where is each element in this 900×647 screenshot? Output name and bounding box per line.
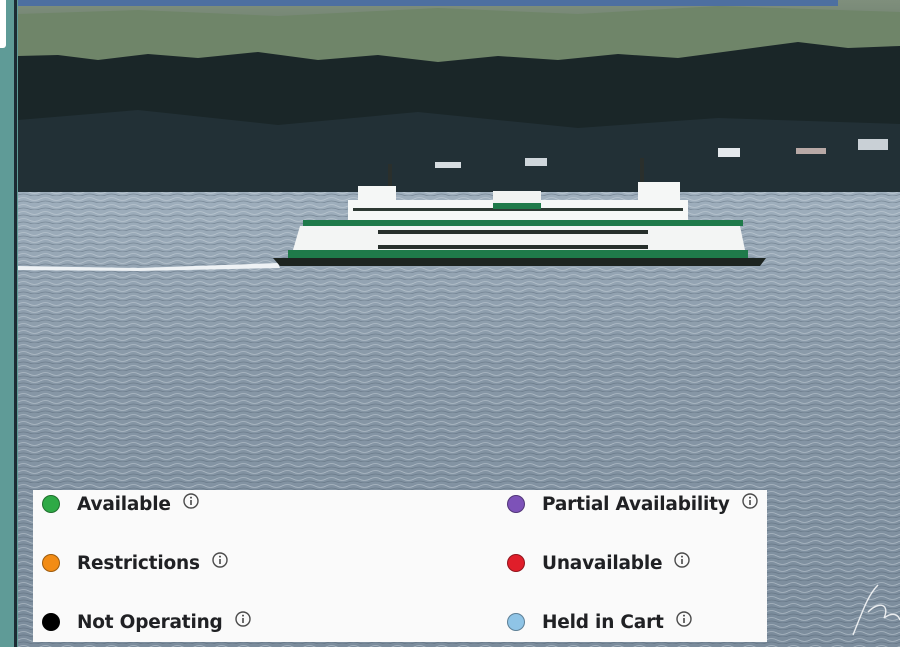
legend-label-not-operating: Not Operating <box>77 611 223 633</box>
info-circle-icon[interactable] <box>183 493 199 509</box>
legend-item-available: Available <box>42 490 199 518</box>
legend-item-restrictions: Restrictions <box>42 549 228 577</box>
held-in-cart-dot-icon <box>507 613 525 631</box>
info-circle-icon[interactable] <box>234 611 251 627</box>
partial-availability-dot-icon <box>507 495 525 513</box>
legend-item-unavailable: Unavailable <box>507 549 691 577</box>
info-circle-icon[interactable] <box>212 552 228 568</box>
legend-label-partial-availability: Partial Availability <box>542 493 730 515</box>
available-dot-icon <box>42 495 60 513</box>
info-circle-icon[interactable] <box>674 552 691 568</box>
left-sidebar-edge <box>0 0 18 647</box>
info-circle-icon[interactable] <box>675 611 692 627</box>
header-strip <box>18 0 838 6</box>
legend-item-held-in-cart: Held in Cart <box>507 608 692 636</box>
availability-legend: Available Partial Availability Restricti… <box>33 490 767 642</box>
legend-item-not-operating: Not Operating <box>42 608 251 636</box>
panel-edge <box>0 0 6 48</box>
legend-item-partial-availability: Partial Availability <box>507 490 758 518</box>
not-operating-dot-icon <box>42 613 60 631</box>
unavailable-dot-icon <box>507 554 525 572</box>
legend-label-restrictions: Restrictions <box>77 552 200 574</box>
sidebar-divider <box>14 0 17 647</box>
legend-label-held-in-cart: Held in Cart <box>542 611 664 633</box>
legend-label-unavailable: Unavailable <box>542 552 663 574</box>
legend-label-available: Available <box>77 493 171 515</box>
info-circle-icon[interactable] <box>741 493 758 509</box>
restrictions-dot-icon <box>42 554 60 572</box>
